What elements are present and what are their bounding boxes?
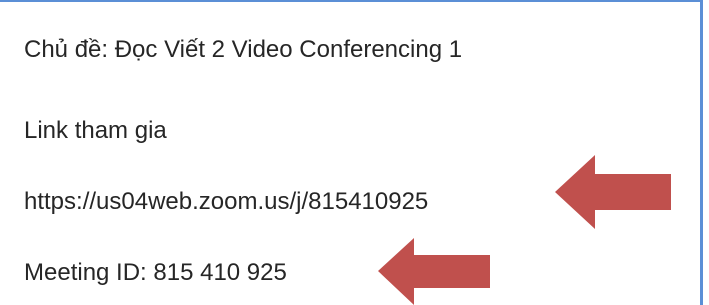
meeting-link[interactable]: https://us04web.zoom.us/j/815410925 <box>24 190 428 214</box>
topic-text: Chủ đề: Đọc Viết 2 Video Conferencing 1 <box>24 36 463 63</box>
left-arrow-icon <box>555 155 671 229</box>
message-panel: Chủ đề: Đọc Viết 2 Video Conferencing 1 … <box>0 0 703 305</box>
left-arrow-icon <box>378 238 490 305</box>
link-label: Link tham gia <box>24 117 167 144</box>
meeting-id-text: Meeting ID: 815 410 925 <box>24 259 287 286</box>
